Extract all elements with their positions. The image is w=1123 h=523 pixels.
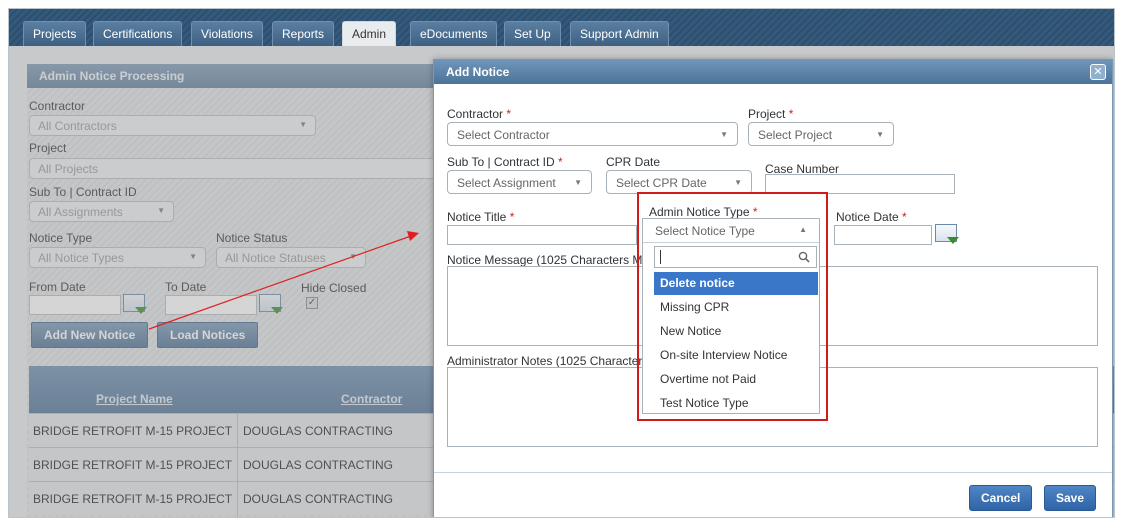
required-mark: * xyxy=(509,210,515,224)
required-mark: * xyxy=(902,210,907,224)
project-select-value: Select Project xyxy=(758,128,833,142)
dialog-title: Add Notice xyxy=(434,60,1112,84)
contractor-select-value: Select Contractor xyxy=(457,128,550,142)
notice-title-input[interactable] xyxy=(447,225,637,245)
notice-date-label: Notice Date * xyxy=(836,210,907,224)
notice-title-label-text: Notice Title xyxy=(447,210,507,224)
sub-to-label: Sub To | Contract ID * xyxy=(447,155,563,169)
project-label: Project * xyxy=(748,107,793,121)
assignment-select[interactable]: Select Assignment ▼ xyxy=(447,170,592,194)
app-frame: Projects Certifications Violations Repor… xyxy=(8,8,1115,518)
required-mark: * xyxy=(788,107,794,121)
assignment-select-value: Select Assignment xyxy=(457,176,556,190)
notice-title-label: Notice Title * xyxy=(447,210,514,224)
chevron-down-icon: ▼ xyxy=(574,178,582,187)
chevron-down-icon: ▼ xyxy=(876,130,884,139)
contractor-label: Contractor * xyxy=(447,107,511,121)
case-number-input[interactable] xyxy=(765,174,955,194)
contractor-select[interactable]: Select Contractor ▼ xyxy=(447,122,738,146)
save-button[interactable]: Save xyxy=(1044,485,1097,511)
footer-divider xyxy=(434,472,1112,473)
cpr-date-label: CPR Date xyxy=(606,155,661,169)
project-label-text: Project xyxy=(748,107,786,121)
sub-to-label-text: Sub To | Contract ID xyxy=(447,155,555,169)
notice-date-label-text: Notice Date xyxy=(836,210,899,224)
highlight-box xyxy=(637,192,828,421)
cancel-button[interactable]: Cancel xyxy=(969,485,1033,511)
notice-date-input[interactable] xyxy=(834,225,932,245)
required-mark: * xyxy=(557,155,563,169)
project-select[interactable]: Select Project ▼ xyxy=(748,122,894,146)
contractor-label-text: Contractor xyxy=(447,107,504,121)
chevron-down-icon: ▼ xyxy=(720,130,728,139)
cpr-date-select[interactable]: Select CPR Date ▼ xyxy=(606,170,752,194)
chevron-down-icon: ▼ xyxy=(734,178,742,187)
calendar-icon[interactable] xyxy=(935,224,959,244)
notice-message-label: Notice Message (1025 Characters Ma xyxy=(447,253,650,267)
required-mark: * xyxy=(506,107,512,121)
close-icon[interactable]: ✕ xyxy=(1090,64,1106,80)
admin-notes-label: Administrator Notes (1025 Characters xyxy=(447,354,649,368)
cpr-date-select-value: Select CPR Date xyxy=(616,176,707,190)
